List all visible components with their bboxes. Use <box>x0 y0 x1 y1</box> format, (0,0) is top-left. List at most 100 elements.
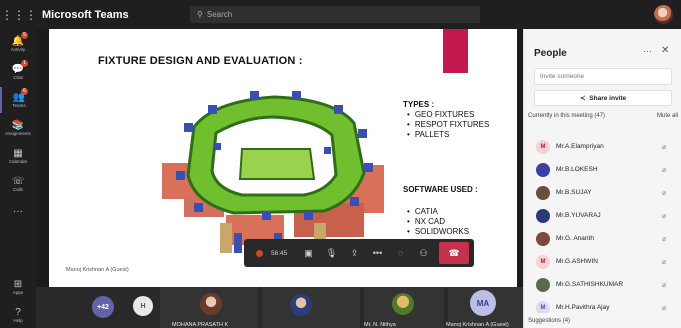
participant-avatar <box>536 277 550 292</box>
rail-item-calls[interactable]: ☏ Calls <box>0 171 36 197</box>
participant-row[interactable]: Mr.B.SUJAY ⌀ <box>524 181 681 204</box>
title-bar: ⋮⋮⋮ Microsoft Teams ⚲ Search <box>0 0 681 29</box>
participant-name: Mr.G.ASHWIN <box>556 258 598 265</box>
rail-item-label: Calls <box>12 186 23 192</box>
participant-tile[interactable]: MA Manoj Krishnan A (Guest) <box>446 287 523 328</box>
participant-row[interactable]: M Mr.A.Elampriyan ⌀ <box>524 135 681 158</box>
notification-badge: 1 <box>21 60 28 67</box>
software-heading: SOFTWARE USED : <box>403 185 478 194</box>
participants-button[interactable]: ⚇ <box>412 239 435 267</box>
rail-item-label: Apps <box>12 289 24 295</box>
mic-off-icon: 🎙 <box>325 247 338 258</box>
rail-item-apps[interactable]: ⊞ Apps <box>0 274 36 300</box>
mic-off-icon[interactable]: ⌀ <box>662 189 666 197</box>
software-item: SOLIDWORKS <box>407 227 469 237</box>
frame-inner <box>238 148 316 180</box>
participant-row[interactable]: M Mr.G.ASHWIN ⌀ <box>524 250 681 273</box>
software-item: CATIA <box>407 207 469 217</box>
participant-gallery: +42 H MOHANA PRASATH K Mr. N. Nithya MA … <box>36 287 523 328</box>
mic-off-icon[interactable]: ⌀ <box>662 235 666 243</box>
more-options-icon[interactable]: ··· <box>643 46 652 56</box>
participant-avatar <box>200 293 222 315</box>
participant-name: MOHANA PRASATH K <box>172 322 229 328</box>
participant-name: Mr. N. Nithya <box>364 322 396 328</box>
participant-avatar <box>536 185 550 200</box>
rail-item-teams[interactable]: 👥 Teams 6 <box>0 87 36 113</box>
record-dot-icon <box>256 249 263 257</box>
participant-name: Mr.B.LOKESH <box>556 166 598 173</box>
mic-off-icon[interactable]: ⌀ <box>662 212 666 220</box>
participant-name: Mr.G. Ananth <box>556 235 594 242</box>
rail-item-chat[interactable]: 💬 Chat 1 <box>0 59 36 85</box>
rail-item-more[interactable]: ··· <box>0 199 36 225</box>
section-label: Currently in this meeting (47) <box>528 113 606 119</box>
participant-row[interactable]: M Mr.H.Pavithra Ajay ⌀ <box>524 296 681 313</box>
mic-off-icon[interactable]: ⌀ <box>662 304 666 312</box>
rail-item-label: Activity <box>10 46 26 52</box>
app-launcher-icon[interactable]: ⋮⋮⋮ <box>0 0 38 29</box>
participant-name: Mr.B.SUJAY <box>556 189 592 196</box>
participant-row[interactable]: Mr.G. Ananth ⌀ <box>524 227 681 250</box>
participant-tile[interactable] <box>262 287 360 328</box>
share-tray-icon: ⇪ <box>350 247 359 258</box>
more-icon: ••• <box>372 248 383 258</box>
types-heading: TYPES : <box>403 100 435 109</box>
participant-row[interactable]: Mr.B.LOKESH ⌀ <box>524 158 681 181</box>
chat-bubble-icon: ◌ <box>397 248 404 258</box>
meeting-section-header[interactable]: Currently in this meeting (47) Mute all <box>528 113 678 119</box>
participant-avatar <box>536 208 550 223</box>
presenter-name-tag: Manoj Krishnan A (Guest) <box>66 267 129 273</box>
participant-initial-tile[interactable]: H <box>133 296 153 316</box>
participant-row[interactable]: Mr.B.YUVARAJ ⌀ <box>524 204 681 227</box>
camera-button[interactable]: ▣ <box>297 239 320 267</box>
participant-name: Mr.A.Elampriyan <box>556 143 604 150</box>
share-invite-button[interactable]: ≺ Share invite <box>534 90 672 106</box>
participant-tile[interactable]: Mr. N. Nithya <box>364 287 444 328</box>
participant-name: Mr.H.Pavithra Ajay <box>556 304 610 311</box>
mic-off-icon[interactable]: ⌀ <box>662 143 666 151</box>
mic-off-icon[interactable]: ⌀ <box>662 258 666 266</box>
search-input[interactable]: ⚲ Search <box>190 6 480 23</box>
more-actions-button[interactable]: ••• <box>366 239 389 267</box>
mute-all-button[interactable]: Mute all <box>657 113 678 119</box>
participant-list: M Mr.A.Elampriyan ⌀ Mr.B.LOKESH ⌀ Mr.B.SUJAY ⌀… <box>524 125 681 313</box>
mic-off-icon[interactable]: ⌀ <box>662 281 666 289</box>
rail-item-help[interactable]: ? Help <box>0 302 36 328</box>
rail-item-calendar[interactable]: ▦ Calendar <box>0 143 36 169</box>
overflow-count[interactable]: +42 <box>92 296 114 318</box>
support-post <box>220 223 232 253</box>
mic-off-icon[interactable]: ⌀ <box>662 166 666 174</box>
chat-button[interactable]: ◌ <box>389 239 412 267</box>
calls-icon: ☏ <box>11 175 25 187</box>
participant-tile[interactable]: MOHANA PRASATH K <box>160 287 258 328</box>
fixture-image <box>162 91 384 255</box>
notification-badge: 6 <box>21 88 28 95</box>
people-icon: ⚇ <box>419 247 428 258</box>
rail-bottom: ⊞ Apps? Help <box>0 272 36 328</box>
rail-item-assignments[interactable]: 📚 Assignments <box>0 115 36 141</box>
suggestions-section[interactable]: Suggestions (4) <box>528 318 570 324</box>
participant-avatar <box>536 231 550 246</box>
invite-input[interactable]: Invite someone <box>534 68 672 85</box>
types-list: GEO FIXTURES RESPOT FIXTURES PALLETS <box>407 110 490 140</box>
recording-indicator <box>248 239 271 267</box>
software-item: NX CAD <box>407 217 469 227</box>
participant-avatar <box>290 294 312 316</box>
rail-item-activity[interactable]: 🔔 Activity 5 <box>0 31 36 57</box>
user-avatar[interactable] <box>654 5 673 24</box>
mic-button[interactable]: 🎙 <box>320 239 343 267</box>
participant-avatar: MA <box>470 290 496 316</box>
rail-item-label: Chat <box>13 74 23 80</box>
participant-row[interactable]: Mr.G.SATHISHKUMAR ⌀ <box>524 273 681 296</box>
hang-up-button[interactable]: ☎ <box>439 242 469 264</box>
participant-name: Manoj Krishnan A (Guest) <box>446 322 509 328</box>
close-icon[interactable]: ✕ <box>661 45 669 56</box>
apps-icon: ⊞ <box>13 278 23 290</box>
participant-avatar: M <box>536 300 550 313</box>
meeting-stage: FIXTURE DESIGN AND EVALUATION : TYPES: … <box>36 29 523 287</box>
rail-item-label: Help <box>13 317 23 323</box>
software-list: CATIA NX CAD SOLIDWORKS <box>407 207 469 237</box>
call-timer: 56:45 <box>271 249 288 257</box>
share-button[interactable]: ⇪ <box>343 239 366 267</box>
slide-accent-block <box>443 29 468 73</box>
